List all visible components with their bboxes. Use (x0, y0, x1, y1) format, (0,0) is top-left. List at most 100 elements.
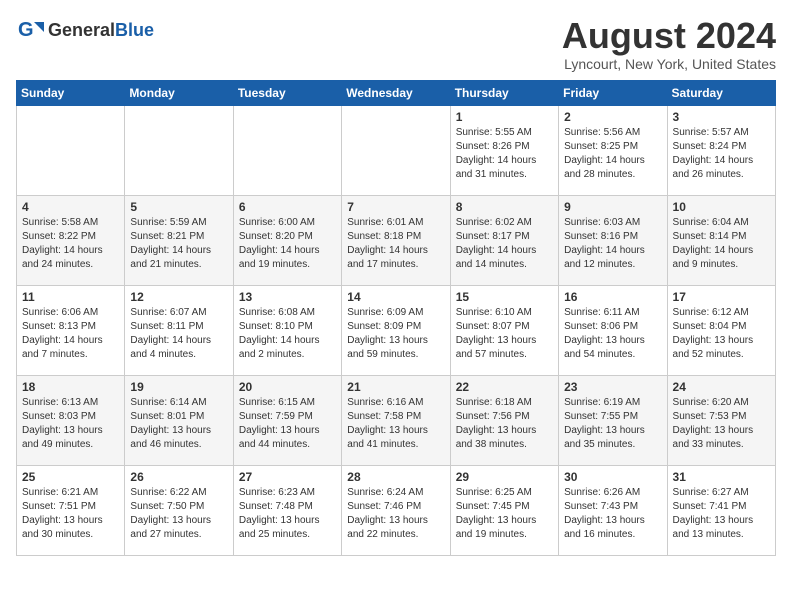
calendar-cell: 7 Sunrise: 6:01 AM Sunset: 8:18 PM Daylig… (342, 195, 450, 285)
calendar-cell: 19Sunrise: 6:14 AM Sunset: 8:01 PM Dayli… (125, 375, 233, 465)
calendar-cell: 9Sunrise: 6:03 AM Sunset: 8:16 PM Daylig… (559, 195, 667, 285)
month-year-title: August 2024 (562, 16, 776, 56)
cell-info: Sunrise: 6:02 AM Sunset: 8:17 PM Dayligh… (456, 216, 553, 272)
calendar-cell: 8 Sunrise: 6:02 AM Sunset: 8:17 PM Daylig… (450, 195, 558, 285)
calendar-cell: 5 Sunrise: 5:59 AM Sunset: 8:21 PM Daylig… (125, 195, 233, 285)
calendar-cell: 4 Sunrise: 5:58 AM Sunset: 8:22 PM Daylig… (17, 195, 125, 285)
cell-info: Sunrise: 6:03 AM Sunset: 8:16 PM Dayligh… (564, 216, 661, 272)
day-number: 19 (130, 380, 227, 394)
title-block: August 2024 Lyncourt, New York, United S… (562, 16, 776, 72)
cell-info: Sunrise: 6:20 AM Sunset: 7:53 PM Dayligh… (673, 396, 770, 452)
cell-info: Sunrise: 6:13 AM Sunset: 8:03 PM Dayligh… (22, 396, 119, 452)
day-number: 1 (456, 110, 553, 124)
day-number: 8 (456, 200, 553, 214)
day-number: 26 (130, 470, 227, 484)
day-header-sunday: Sunday (17, 80, 125, 105)
cell-info: Sunrise: 5:57 AM Sunset: 8:24 PM Dayligh… (673, 126, 770, 182)
location-subtitle: Lyncourt, New York, United States (562, 56, 776, 72)
calendar-cell: 10 Sunrise: 6:04 AM Sunset: 8:14 PM Dayli… (667, 195, 775, 285)
calendar-cell: 16 Sunrise: 6:11 AM Sunset: 8:06 PM Dayli… (559, 285, 667, 375)
calendar-cell: 30Sunrise: 6:26 AM Sunset: 7:43 PM Dayli… (559, 465, 667, 555)
cell-info: Sunrise: 6:24 AM Sunset: 7:46 PM Dayligh… (347, 486, 444, 542)
cell-info: Sunrise: 6:26 AM Sunset: 7:43 PM Dayligh… (564, 486, 661, 542)
day-header-thursday: Thursday (450, 80, 558, 105)
calendar-cell: 20 Sunrise: 6:15 AM Sunset: 7:59 PM Dayli… (233, 375, 341, 465)
calendar-cell: 13 Sunrise: 6:08 AM Sunset: 8:10 PM Dayli… (233, 285, 341, 375)
day-number: 3 (673, 110, 770, 124)
cell-info: Sunrise: 5:59 AM Sunset: 8:21 PM Dayligh… (130, 216, 227, 272)
cell-info: Sunrise: 6:09 AM Sunset: 8:09 PM Dayligh… (347, 306, 444, 362)
calendar-cell: 31 Sunrise: 6:27 AM Sunset: 7:41 PM Dayli… (667, 465, 775, 555)
day-number: 28 (347, 470, 444, 484)
day-header-friday: Friday (559, 80, 667, 105)
day-number: 23 (564, 380, 661, 394)
day-header-wednesday: Wednesday (342, 80, 450, 105)
day-number: 10 (673, 200, 770, 214)
day-number: 25 (22, 470, 119, 484)
calendar-cell: 23Sunrise: 6:19 AM Sunset: 7:55 PM Dayli… (559, 375, 667, 465)
day-number: 21 (347, 380, 444, 394)
day-number: 16 (564, 290, 661, 304)
svg-text:G: G (18, 19, 34, 41)
day-header-monday: Monday (125, 80, 233, 105)
cell-info: Sunrise: 6:22 AM Sunset: 7:50 PM Dayligh… (130, 486, 227, 542)
calendar-cell: 21 Sunrise: 6:16 AM Sunset: 7:58 PM Dayli… (342, 375, 450, 465)
cell-info: Sunrise: 6:15 AM Sunset: 7:59 PM Dayligh… (239, 396, 336, 452)
cell-info: Sunrise: 6:21 AM Sunset: 7:51 PM Dayligh… (22, 486, 119, 542)
day-number: 12 (130, 290, 227, 304)
calendar-cell: 28 Sunrise: 6:24 AM Sunset: 7:46 PM Dayli… (342, 465, 450, 555)
day-number: 14 (347, 290, 444, 304)
calendar-table: SundayMondayTuesdayWednesdayThursdayFrid… (16, 80, 776, 556)
cell-info: Sunrise: 6:11 AM Sunset: 8:06 PM Dayligh… (564, 306, 661, 362)
day-number: 4 (22, 200, 119, 214)
logo: G GeneralBlue (16, 16, 154, 44)
day-number: 29 (456, 470, 553, 484)
calendar-cell: 1 Sunrise: 5:55 AM Sunset: 8:26 PM Daylig… (450, 105, 558, 195)
cell-info: Sunrise: 6:10 AM Sunset: 8:07 PM Dayligh… (456, 306, 553, 362)
day-number: 18 (22, 380, 119, 394)
day-number: 31 (673, 470, 770, 484)
header: G GeneralBlue August 2024 Lyncourt, New … (16, 16, 776, 72)
cell-info: Sunrise: 6:12 AM Sunset: 8:04 PM Dayligh… (673, 306, 770, 362)
week-row-2: 4 Sunrise: 5:58 AM Sunset: 8:22 PM Daylig… (17, 195, 776, 285)
calendar-cell: 2Sunrise: 5:56 AM Sunset: 8:25 PM Daylig… (559, 105, 667, 195)
day-number: 20 (239, 380, 336, 394)
week-row-1: 1 Sunrise: 5:55 AM Sunset: 8:26 PM Daylig… (17, 105, 776, 195)
day-number: 11 (22, 290, 119, 304)
day-number: 24 (673, 380, 770, 394)
cell-info: Sunrise: 6:08 AM Sunset: 8:10 PM Dayligh… (239, 306, 336, 362)
week-row-5: 25 Sunrise: 6:21 AM Sunset: 7:51 PM Dayli… (17, 465, 776, 555)
logo-icon: G (16, 16, 44, 44)
cell-info: Sunrise: 6:01 AM Sunset: 8:18 PM Dayligh… (347, 216, 444, 272)
cell-info: Sunrise: 6:27 AM Sunset: 7:41 PM Dayligh… (673, 486, 770, 542)
day-number: 13 (239, 290, 336, 304)
calendar-cell: 18 Sunrise: 6:13 AM Sunset: 8:03 PM Dayli… (17, 375, 125, 465)
day-number: 7 (347, 200, 444, 214)
cell-info: Sunrise: 6:25 AM Sunset: 7:45 PM Dayligh… (456, 486, 553, 542)
calendar-cell: 12 Sunrise: 6:07 AM Sunset: 8:11 PM Dayli… (125, 285, 233, 375)
calendar-cell: 29 Sunrise: 6:25 AM Sunset: 7:45 PM Dayli… (450, 465, 558, 555)
day-number: 5 (130, 200, 227, 214)
calendar-cell (342, 105, 450, 195)
calendar-cell (125, 105, 233, 195)
cell-info: Sunrise: 5:58 AM Sunset: 8:22 PM Dayligh… (22, 216, 119, 272)
cell-info: Sunrise: 6:16 AM Sunset: 7:58 PM Dayligh… (347, 396, 444, 452)
day-number: 2 (564, 110, 661, 124)
calendar-cell: 14 Sunrise: 6:09 AM Sunset: 8:09 PM Dayli… (342, 285, 450, 375)
cell-info: Sunrise: 6:18 AM Sunset: 7:56 PM Dayligh… (456, 396, 553, 452)
calendar-cell (17, 105, 125, 195)
week-row-4: 18 Sunrise: 6:13 AM Sunset: 8:03 PM Dayli… (17, 375, 776, 465)
calendar-header-row: SundayMondayTuesdayWednesdayThursdayFrid… (17, 80, 776, 105)
calendar-cell: 6 Sunrise: 6:00 AM Sunset: 8:20 PM Daylig… (233, 195, 341, 285)
cell-info: Sunrise: 6:07 AM Sunset: 8:11 PM Dayligh… (130, 306, 227, 362)
cell-info: Sunrise: 6:00 AM Sunset: 8:20 PM Dayligh… (239, 216, 336, 272)
day-number: 15 (456, 290, 553, 304)
calendar-cell: 25 Sunrise: 6:21 AM Sunset: 7:51 PM Dayli… (17, 465, 125, 555)
calendar-cell (233, 105, 341, 195)
cell-info: Sunrise: 5:55 AM Sunset: 8:26 PM Dayligh… (456, 126, 553, 182)
calendar-cell: 24 Sunrise: 6:20 AM Sunset: 7:53 PM Dayli… (667, 375, 775, 465)
day-number: 6 (239, 200, 336, 214)
cell-info: Sunrise: 6:04 AM Sunset: 8:14 PM Dayligh… (673, 216, 770, 272)
cell-info: Sunrise: 6:23 AM Sunset: 7:48 PM Dayligh… (239, 486, 336, 542)
logo-blue: Blue (115, 20, 154, 40)
